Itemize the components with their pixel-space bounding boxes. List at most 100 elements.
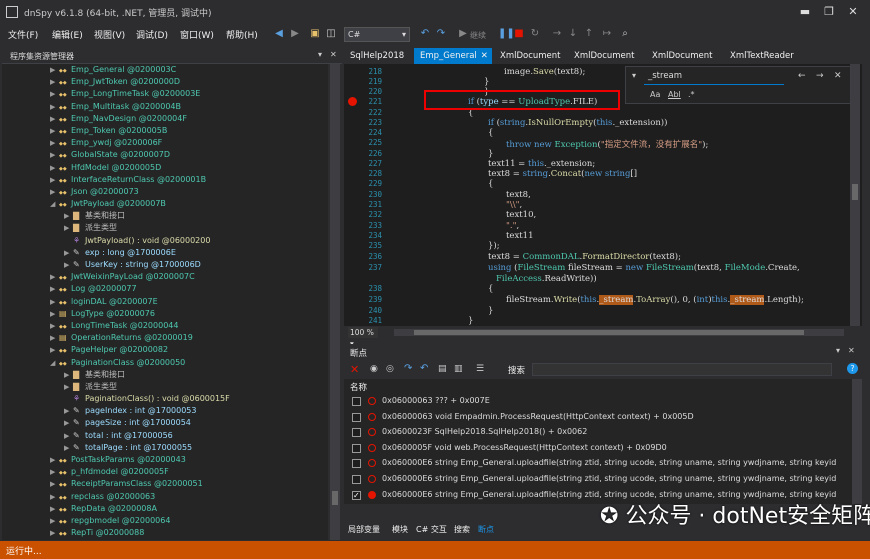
open-icon[interactable]: ▣: [308, 27, 322, 41]
tree-item[interactable]: ▶ ✎ UserKey : string @1700006D: [2, 259, 328, 271]
tree-item[interactable]: ▶ ◆◆ Emp_LongTimeTask @0200003E: [2, 88, 328, 100]
pause-icon[interactable]: ❚❚: [498, 27, 515, 41]
tab-close-icon[interactable]: ✕: [481, 51, 488, 61]
tree-item[interactable]: ▶ ◆◆ RepData @0200008A: [2, 503, 328, 515]
horizontal-scrollbar[interactable]: [394, 329, 844, 336]
find-input[interactable]: _stream: [644, 71, 784, 85]
menu-view[interactable]: 视图(V): [94, 28, 125, 41]
tree-item[interactable]: ▶ ◆◆ p_hfdmodel @0200005F: [2, 466, 328, 478]
match-case-toggle[interactable]: Aa: [650, 90, 660, 99]
expand-arrow-icon[interactable]: ▶: [64, 381, 73, 393]
tab-xmldocument-1[interactable]: XmlDocument: [494, 48, 567, 64]
expand-arrow-icon[interactable]: ▶: [64, 222, 73, 234]
expand-arrow-icon[interactable]: ▶: [50, 149, 59, 161]
expand-arrow-icon[interactable]: ▶: [64, 210, 73, 222]
expand-arrow-icon[interactable]: ▶: [64, 247, 73, 259]
undo-icon[interactable]: ↶: [418, 27, 432, 41]
tree-item[interactable]: ▶ ◆◆ Emp_JwtToken @0200000D: [2, 76, 328, 88]
tree-item[interactable]: ▶ ▤ LogType @02000076: [2, 308, 328, 320]
step-into-icon[interactable]: ↓: [566, 27, 580, 41]
tree-item[interactable]: ▶ ◆◆ Emp_Token @0200005B: [2, 125, 328, 137]
minimize-icon[interactable]: ▬: [794, 4, 816, 20]
tab-search[interactable]: 搜索: [454, 524, 470, 535]
stop-icon[interactable]: ■: [512, 27, 526, 41]
tree-item[interactable]: ▶ ▇ 派生类型: [2, 381, 328, 393]
tree-item[interactable]: ▶ ◆◆ GlobalState @0200007D: [2, 149, 328, 161]
columns-icon[interactable]: ☰: [476, 364, 484, 374]
expand-arrow-icon[interactable]: ▶: [50, 332, 59, 344]
breakpoint-checkbox[interactable]: [352, 488, 361, 504]
tab-csharp-interactive[interactable]: C# 交互: [416, 524, 447, 535]
tree-item[interactable]: ▶ ◆◆ LongTimeTask @02000044: [2, 320, 328, 332]
tab-breakpoints[interactable]: 断点: [478, 524, 494, 535]
redo-icon[interactable]: ↷: [434, 27, 448, 41]
menu-window[interactable]: 窗口(W): [180, 28, 214, 41]
tree-item[interactable]: ▶ ◆◆ RepTi @02000088: [2, 527, 328, 539]
explorer-scrollbar[interactable]: [330, 64, 340, 540]
find-prev-icon[interactable]: ←: [798, 71, 806, 81]
expand-arrow-icon[interactable]: ▶: [50, 454, 59, 466]
tree-item[interactable]: ▶ ◆◆ Log @02000077: [2, 283, 328, 295]
expand-arrow-icon[interactable]: ▶: [50, 527, 59, 539]
chevron-down-icon[interactable]: ▾: [632, 71, 636, 80]
tree-item[interactable]: ◢ ◆◆ PaginationClass @02000050: [2, 357, 328, 369]
zoom-select[interactable]: 100 % ▾: [348, 327, 378, 348]
tree-item[interactable]: ▶ ▇ 派生类型: [2, 222, 328, 234]
whole-word-toggle[interactable]: Abl: [668, 90, 681, 99]
expand-arrow-icon[interactable]: ▶: [50, 113, 59, 125]
regex-toggle[interactable]: .*: [688, 90, 695, 99]
tab-xmldocument-3[interactable]: XmlDocument: [646, 48, 719, 64]
explorer-scroll-thumb[interactable]: [332, 491, 338, 505]
tree-item[interactable]: ◢ ◆◆ JwtPayload @0200007B: [2, 198, 328, 210]
breakpoint-checkbox[interactable]: [352, 412, 361, 422]
restart-icon[interactable]: ↻: [528, 27, 542, 41]
run-to-cursor-icon[interactable]: ↦: [600, 27, 614, 41]
expand-arrow-icon[interactable]: ▶: [64, 430, 73, 442]
tree-item[interactable]: ▶ ◆◆ InterfaceReturnClass @0200001B: [2, 174, 328, 186]
tree-item[interactable]: ▶ ◆◆ Emp_General @0200003C: [2, 64, 328, 76]
tree-item[interactable]: ▶ ◆◆ ReceiptParamsClass @02000051: [2, 478, 328, 490]
tree-item[interactable]: ▶ ▤ OperationReturns @02000019: [2, 332, 328, 344]
tab-locals[interactable]: 局部变量: [348, 524, 380, 535]
expand-arrow-icon[interactable]: ▶: [50, 344, 59, 356]
tab-sqlhelp2018[interactable]: SqlHelp2018: [344, 48, 410, 64]
tree-item[interactable]: ⚘ PaginationClass() : void @0600015F: [2, 393, 328, 405]
help-icon[interactable]: ?: [847, 363, 858, 374]
import-icon[interactable]: ▥: [454, 364, 463, 374]
expand-arrow-icon[interactable]: ▶: [64, 417, 73, 429]
tree-item[interactable]: ▶ ◆◆ PageHelper @02000082: [2, 344, 328, 356]
forward-icon[interactable]: ▶: [288, 27, 302, 41]
tree-item[interactable]: ▶ ◆◆ Json @02000073: [2, 186, 328, 198]
breakpoint-checkbox[interactable]: [352, 459, 361, 469]
tree-item[interactable]: ▶ ◆◆ PostTaskParams @02000043: [2, 454, 328, 466]
breakpoint-row[interactable]: 0x060000E6 string Emp_General.uploadfile…: [344, 471, 852, 487]
expand-arrow-icon[interactable]: ▶: [50, 283, 59, 295]
expand-arrow-icon[interactable]: ▶: [50, 491, 59, 503]
expand-arrow-icon[interactable]: ◢: [50, 198, 59, 210]
search-icon[interactable]: ⌕: [618, 27, 632, 41]
close-icon[interactable]: ✕: [842, 4, 864, 20]
breakpoint-checkbox[interactable]: [352, 475, 361, 484]
pin-dropdown-icon[interactable]: ▾: [318, 50, 322, 59]
expand-arrow-icon[interactable]: ◢: [50, 357, 59, 369]
editor-scrollbar[interactable]: [850, 64, 860, 326]
breakpoint-row[interactable]: 0x0600005F void web.ProcessRequest(HttpC…: [344, 440, 852, 456]
step-over-icon[interactable]: →: [550, 27, 564, 41]
expand-arrow-icon[interactable]: ▶: [50, 137, 59, 149]
expand-arrow-icon[interactable]: ▶: [50, 186, 59, 198]
breakpoint-row[interactable]: 0x0600023F SqlHelp2018.SqlHelp2018() + 0…: [344, 424, 852, 440]
breakpoint-row[interactable]: 0x060000E6 string Emp_General.uploadfile…: [344, 455, 852, 471]
expand-arrow-icon[interactable]: ▶: [50, 162, 59, 174]
expand-arrow-icon[interactable]: ▶: [50, 76, 59, 88]
menu-file[interactable]: 文件(F): [8, 28, 38, 41]
expand-arrow-icon[interactable]: ▶: [64, 442, 73, 454]
tree-item[interactable]: ▶ ✎ exp : long @1700006E: [2, 247, 328, 259]
enable-all-icon[interactable]: ◎: [386, 364, 394, 374]
breakpoint-checkbox[interactable]: [352, 397, 361, 406]
tree-item[interactable]: ▶ ✎ total : int @17000056: [2, 430, 328, 442]
expand-arrow-icon[interactable]: ▶: [50, 271, 59, 283]
expand-arrow-icon[interactable]: ▶: [50, 478, 59, 490]
tree-item[interactable]: ▶ ✎ pageIndex : int @17000053: [2, 405, 328, 417]
tab-emp-general[interactable]: Emp_General ✕: [414, 48, 492, 64]
restore-icon[interactable]: ❐: [818, 4, 840, 20]
